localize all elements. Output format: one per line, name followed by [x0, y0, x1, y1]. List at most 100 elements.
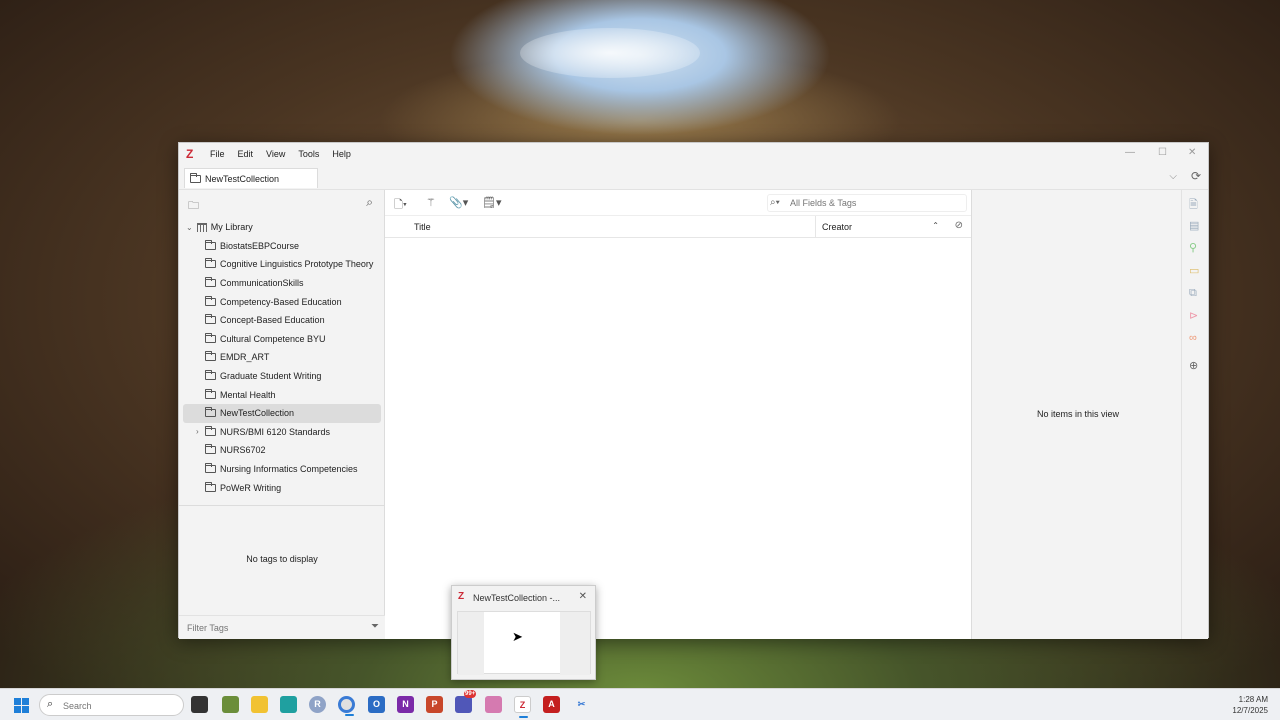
folder-icon — [205, 463, 216, 474]
attachments-icon[interactable]: ⚲ — [1189, 241, 1197, 254]
folder-icon — [205, 425, 216, 436]
teams-badge: 99+ — [464, 690, 477, 698]
tag-filter-bar: ⏷ — [179, 615, 385, 639]
tree-item-collection[interactable]: Competency-Based Education — [179, 292, 385, 311]
tabs-menu-chevron-icon[interactable]: ⌵ — [1169, 171, 1177, 182]
tree-item-collection-selected[interactable]: NewTestCollection — [183, 403, 381, 423]
locate-icon[interactable]: ⊕ — [1189, 359, 1198, 372]
chrome-icon[interactable] — [338, 696, 355, 716]
items-column-header: Title Creator ⌃ ⊘ — [385, 216, 971, 238]
magic-wand-icon[interactable]: ⚚ — [426, 196, 436, 209]
tree-item-label: BiostatsEBPCourse — [220, 240, 300, 251]
menu-help[interactable]: Help — [332, 149, 351, 159]
background-sky — [520, 28, 700, 78]
tree-item-label: NewTestCollection — [220, 408, 295, 419]
tag-filter-input[interactable] — [183, 619, 353, 637]
collections-toolbar: 🗀 ⌕ — [179, 190, 384, 215]
tree-item-label: Nursing Informatics Competencies — [220, 464, 358, 475]
library-icon — [196, 222, 207, 232]
attachment-column-icon[interactable]: ⊘ — [955, 220, 963, 231]
sync-icon[interactable]: ⟳ — [1191, 169, 1201, 183]
column-creator[interactable]: Creator ⌃ — [815, 216, 945, 238]
system-clock[interactable]: 1:28 AM 12/7/2025 — [1232, 694, 1268, 716]
column-title[interactable]: Title — [414, 222, 431, 232]
widgets-icon[interactable] — [222, 696, 239, 713]
taskbar-thumbnail-preview[interactable]: Z NewTestCollection -... ✕ — [451, 585, 596, 680]
menu-file[interactable]: File — [210, 149, 225, 159]
column-creator-label: Creator — [822, 222, 853, 232]
filter-icon[interactable]: ⏷ — [371, 621, 379, 632]
tab-library[interactable]: NewTestCollection — [184, 168, 318, 188]
libraries-collections-icon[interactable]: ⧉ — [1189, 287, 1197, 300]
tree-item-collection[interactable]: Nursing Informatics Competencies — [179, 460, 385, 479]
outlook-icon[interactable]: O — [368, 696, 385, 713]
snipping-tool-icon[interactable]: ✂ — [573, 696, 590, 713]
folder-icon — [205, 314, 216, 325]
new-item-icon[interactable]: 🗋▾ — [394, 196, 407, 215]
acrobat-icon[interactable]: A — [543, 696, 560, 713]
folder-icon — [205, 332, 216, 343]
tree-item-collection[interactable]: Concept-Based Education — [179, 311, 385, 330]
tag-selector: No tags to display ⏷ — [179, 505, 385, 639]
zotero-taskbar-icon[interactable]: Z — [514, 696, 531, 718]
edge-icon[interactable] — [280, 696, 297, 713]
file-explorer-icon[interactable] — [251, 696, 268, 713]
thumbnail-image — [457, 611, 591, 675]
folder-icon — [205, 258, 216, 269]
tree-item-label: EMDR_ART — [220, 352, 270, 363]
chevron-right-icon[interactable]: › — [196, 427, 199, 436]
r-app-icon[interactable]: R — [309, 696, 326, 713]
tags-icon[interactable]: ⊳ — [1189, 309, 1198, 322]
zotero-logo-icon: Z — [186, 147, 194, 161]
new-note-icon[interactable]: 🗒▾ — [482, 196, 502, 209]
add-attachment-icon[interactable]: 📎▾ — [449, 196, 468, 209]
tree-item-collection[interactable]: CommunicationSkills — [179, 274, 385, 293]
menu-view[interactable]: View — [266, 149, 285, 159]
menu-tools[interactable]: Tools — [298, 149, 319, 159]
no-items-message: No items in this view — [1036, 409, 1120, 419]
taskbar-search[interactable]: ⌕ — [39, 694, 184, 716]
tree-item-label: Cognitive Linguistics Prototype Theory — [220, 259, 374, 270]
tree-item-my-library[interactable]: ⌄ My Library — [179, 218, 385, 237]
clock-date: 12/7/2025 — [1232, 706, 1268, 715]
tree-item-collection[interactable]: › NURS/BMI 6120 Standards — [179, 423, 385, 442]
chevron-down-icon[interactable]: ⌄ — [186, 223, 193, 232]
tree-item-label: My Library — [210, 222, 253, 233]
close-icon[interactable]: ✕ — [579, 591, 587, 602]
onenote-icon[interactable]: N — [397, 696, 414, 713]
minimize-icon[interactable]: — — [1125, 147, 1135, 158]
close-icon[interactable]: ✕ — [1188, 147, 1196, 158]
new-collection-icon[interactable]: 🗀 — [188, 197, 199, 216]
tree-item-collection[interactable]: NURS6702 — [179, 441, 385, 460]
search-icon[interactable]: ⌕ — [366, 195, 373, 210]
notes-icon[interactable]: ▭ — [1189, 264, 1199, 277]
related-icon[interactable]: ∞ — [1189, 332, 1197, 344]
windows-start-icon[interactable] — [14, 698, 29, 713]
taskbar-search-input[interactable] — [63, 699, 173, 712]
tree-item-collection[interactable]: Mental Health — [179, 385, 385, 404]
thumbnail-title: NewTestCollection -... — [473, 593, 561, 603]
abstract-icon[interactable]: ▤ — [1189, 219, 1199, 232]
maximize-icon[interactable]: ☐ — [1158, 147, 1167, 158]
tab-label: NewTestCollection — [205, 173, 280, 184]
items-search-box[interactable]: ⌕▾ — [767, 194, 967, 212]
search-icon[interactable]: ⌕▾ — [770, 197, 780, 208]
task-view-icon[interactable] — [191, 696, 208, 713]
powerpoint-icon[interactable]: P — [426, 696, 443, 713]
folder-icon — [205, 444, 216, 455]
tree-item-collection[interactable]: Cognitive Linguistics Prototype Theory — [179, 255, 385, 274]
tree-item-collection[interactable]: PoWeR Writing — [179, 478, 385, 497]
tree-item-label: CommunicationSkills — [220, 278, 304, 289]
items-search-input[interactable] — [790, 196, 960, 210]
sort-ascending-icon: ⌃ — [932, 221, 939, 230]
photos-icon[interactable] — [485, 696, 502, 713]
tree-item-collection[interactable]: Cultural Competence BYU — [179, 330, 385, 349]
menu-edit[interactable]: Edit — [238, 149, 254, 159]
folder-icon — [205, 295, 216, 306]
info-icon[interactable]: 🗎 — [1189, 196, 1198, 215]
teams-icon[interactable]: 99+ — [455, 690, 477, 713]
tree-item-collection[interactable]: Graduate Student Writing — [179, 367, 385, 386]
tree-item-collection[interactable]: BiostatsEBPCourse — [179, 237, 385, 256]
zotero-logo-icon: Z — [458, 591, 465, 602]
tree-item-collection[interactable]: EMDR_ART — [179, 348, 385, 367]
